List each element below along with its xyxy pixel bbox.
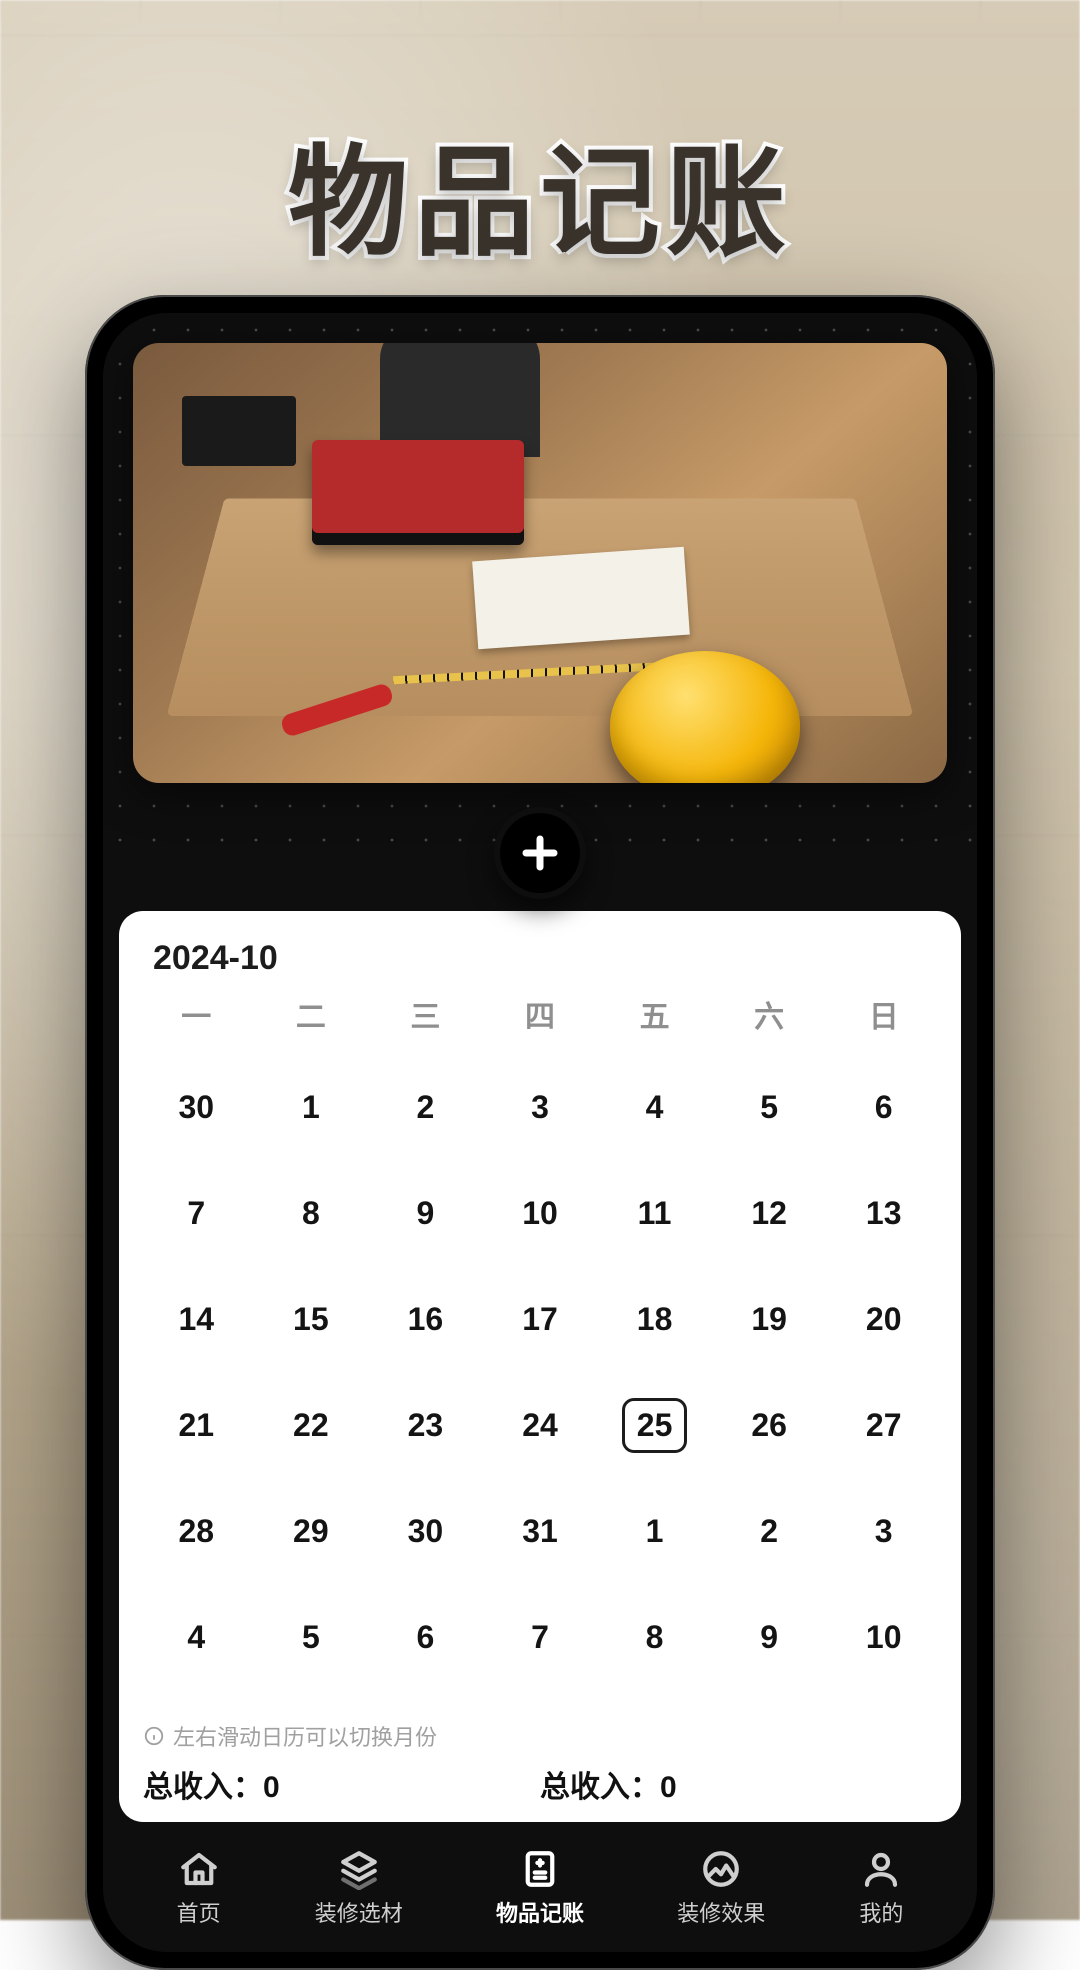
nav-label: 装修选材 bbox=[315, 1896, 403, 1928]
calendar-day[interactable]: 20 bbox=[826, 1266, 941, 1372]
weekday: 六 bbox=[712, 992, 827, 1036]
hero-image[interactable] bbox=[133, 343, 947, 783]
nav-label: 物品记账 bbox=[496, 1896, 584, 1928]
calendar-day[interactable]: 8 bbox=[597, 1584, 712, 1690]
calendar-day[interactable]: 18 bbox=[597, 1266, 712, 1372]
calendar-day[interactable]: 10 bbox=[483, 1160, 598, 1266]
bottom-nav: 首页 装修选材 物品记账 装修效果 bbox=[103, 1822, 977, 1952]
calendar-day[interactable]: 16 bbox=[368, 1266, 483, 1372]
weekday: 三 bbox=[368, 992, 483, 1036]
phone-screen: 2024-10 一 二 三 四 五 六 日 301234567891011121… bbox=[103, 313, 977, 1952]
weekday: 二 bbox=[254, 992, 369, 1036]
weekday: 五 bbox=[597, 992, 712, 1036]
calendar-day[interactable]: 30 bbox=[139, 1054, 254, 1160]
ledger-icon bbox=[517, 1846, 563, 1892]
image-icon bbox=[698, 1846, 744, 1892]
calendar-day[interactable]: 15 bbox=[254, 1266, 369, 1372]
calendar-day[interactable]: 11 bbox=[597, 1160, 712, 1266]
calendar-day[interactable]: 5 bbox=[712, 1054, 827, 1160]
calendar-day[interactable]: 4 bbox=[139, 1584, 254, 1690]
calendar-card: 2024-10 一 二 三 四 五 六 日 301234567891011121… bbox=[119, 911, 961, 1822]
nav-label: 首页 bbox=[177, 1896, 221, 1928]
calendar-day[interactable]: 7 bbox=[483, 1584, 598, 1690]
calendar-day[interactable]: 3 bbox=[826, 1478, 941, 1584]
calendar-day[interactable]: 1 bbox=[254, 1054, 369, 1160]
calendar-grid[interactable]: 3012345678910111213141516171819202122232… bbox=[139, 1054, 941, 1690]
totals-row: 总收入：0 总收入：0 bbox=[139, 1762, 941, 1806]
calendar-day[interactable]: 5 bbox=[254, 1584, 369, 1690]
calendar-day[interactable]: 6 bbox=[826, 1054, 941, 1160]
nav-mine[interactable]: 我的 bbox=[858, 1846, 904, 1928]
calendar-day[interactable]: 24 bbox=[483, 1372, 598, 1478]
home-icon bbox=[176, 1846, 222, 1892]
calendar-day[interactable]: 21 bbox=[139, 1372, 254, 1478]
nav-label: 装修效果 bbox=[677, 1896, 765, 1928]
calendar-day[interactable]: 26 bbox=[712, 1372, 827, 1478]
calendar-day[interactable]: 19 bbox=[712, 1266, 827, 1372]
weekday: 日 bbox=[826, 992, 941, 1036]
page-title: 物品记账 bbox=[0, 105, 1080, 279]
total-income-right: 总收入：0 bbox=[540, 1762, 937, 1806]
weekday: 一 bbox=[139, 992, 254, 1036]
calendar-day[interactable]: 28 bbox=[139, 1478, 254, 1584]
nav-home[interactable]: 首页 bbox=[176, 1846, 222, 1928]
calendar-day[interactable]: 22 bbox=[254, 1372, 369, 1478]
nav-material[interactable]: 装修选材 bbox=[315, 1846, 403, 1928]
calendar-day[interactable]: 9 bbox=[712, 1584, 827, 1690]
calendar-day[interactable]: 14 bbox=[139, 1266, 254, 1372]
calendar-day[interactable]: 4 bbox=[597, 1054, 712, 1160]
calendar-day[interactable]: 8 bbox=[254, 1160, 369, 1266]
calendar-day[interactable]: 29 bbox=[254, 1478, 369, 1584]
calendar-day[interactable]: 9 bbox=[368, 1160, 483, 1266]
calendar-day[interactable]: 1 bbox=[597, 1478, 712, 1584]
phone-frame: 2024-10 一 二 三 四 五 六 日 301234567891011121… bbox=[85, 295, 995, 1970]
calendar-day[interactable]: 27 bbox=[826, 1372, 941, 1478]
hero-area bbox=[103, 313, 977, 853]
calendar-day[interactable]: 10 bbox=[826, 1584, 941, 1690]
calendar-day[interactable]: 12 bbox=[712, 1160, 827, 1266]
calendar-day[interactable]: 2 bbox=[368, 1054, 483, 1160]
calendar-day[interactable]: 7 bbox=[139, 1160, 254, 1266]
nav-ledger[interactable]: 物品记账 bbox=[496, 1846, 584, 1928]
weekday-header: 一 二 三 四 五 六 日 bbox=[139, 992, 941, 1036]
calendar-day[interactable]: 17 bbox=[483, 1266, 598, 1372]
plus-icon bbox=[519, 832, 561, 874]
month-label[interactable]: 2024-10 bbox=[139, 939, 941, 978]
weekday: 四 bbox=[483, 992, 598, 1036]
calendar-day[interactable]: 6 bbox=[368, 1584, 483, 1690]
calendar-day[interactable]: 13 bbox=[826, 1160, 941, 1266]
info-icon bbox=[143, 1725, 165, 1747]
nav-effect[interactable]: 装修效果 bbox=[677, 1846, 765, 1928]
calendar-day[interactable]: 30 bbox=[368, 1478, 483, 1584]
calendar-day[interactable]: 3 bbox=[483, 1054, 598, 1160]
layers-icon bbox=[336, 1846, 382, 1892]
calendar-day[interactable]: 2 bbox=[712, 1478, 827, 1584]
calendar-day[interactable]: 31 bbox=[483, 1478, 598, 1584]
total-income-left: 总收入：0 bbox=[143, 1762, 540, 1806]
user-icon bbox=[858, 1846, 904, 1892]
swipe-hint: 左右滑动日历可以切换月份 bbox=[139, 1712, 941, 1762]
calendar-day[interactable]: 25 bbox=[597, 1372, 712, 1478]
add-button[interactable] bbox=[494, 807, 586, 899]
nav-label: 我的 bbox=[859, 1896, 903, 1928]
calendar-day[interactable]: 23 bbox=[368, 1372, 483, 1478]
